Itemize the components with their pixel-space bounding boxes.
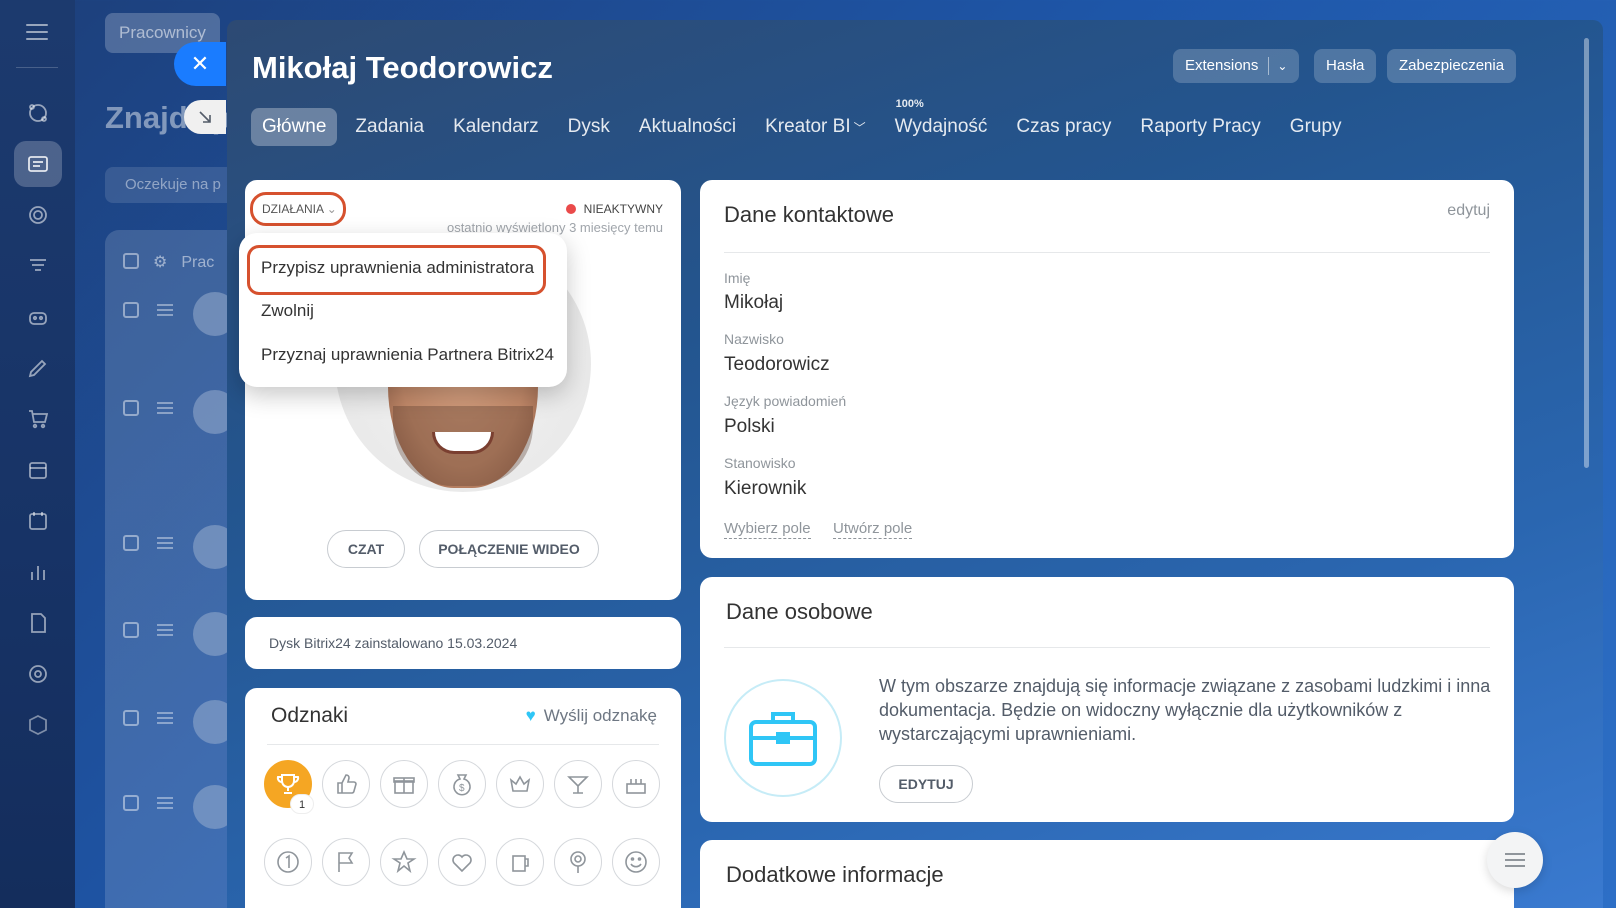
hamburger-menu-icon[interactable] [26, 24, 48, 40]
flower-icon[interactable] [554, 838, 602, 886]
passwords-button[interactable]: Hasła [1314, 49, 1377, 83]
card-divider [724, 252, 1490, 253]
menu-lines-icon[interactable] [1487, 832, 1543, 888]
sidebar-item-filter-icon[interactable] [14, 243, 62, 289]
arrow-down-right-icon [199, 111, 211, 123]
sidebar-item-cart-icon[interactable] [14, 396, 62, 442]
tab-calendar[interactable]: Kalendarz [442, 108, 550, 146]
panel-scrollbar[interactable] [1584, 38, 1589, 468]
personal-data-description: W tym obszarze znajdują się informacje z… [879, 676, 1491, 744]
badge-count: 1 [290, 794, 314, 814]
menu-item-assign-admin[interactable]: Przypisz uprawnienia administratora [261, 258, 534, 278]
menu-item-dismiss[interactable]: Zwolnij [261, 301, 314, 321]
user-profile-slider: Mikołaj Teodorowicz Extensions ⌄ Hasła Za… [227, 20, 1603, 908]
card-divider [724, 647, 1490, 648]
bg-table-header: ⚙ Prac [123, 252, 214, 272]
beer-icon[interactable] [496, 838, 544, 886]
sidebar-item-store-icon[interactable] [14, 447, 62, 493]
additional-info-title: Dodatkowe informacje [726, 862, 944, 887]
status-badge: NIEAKTYWNY [565, 202, 663, 216]
sidebar-item-analytics-icon[interactable] [14, 549, 62, 595]
tab-main[interactable]: Główne [251, 108, 338, 146]
tab-efficiency[interactable]: 100% Wydajność [884, 98, 999, 146]
thumbs-up-icon[interactable] [322, 760, 370, 808]
field-value-language: Polski [724, 416, 775, 437]
flag-icon[interactable] [322, 838, 370, 886]
sidebar-item-target-icon[interactable] [14, 192, 62, 238]
extensions-button[interactable]: Extensions ⌄ [1173, 49, 1300, 83]
profile-card: DZIAŁANIA ⌄ NIEAKTYWNY ostatnio wyświetl… [239, 180, 681, 600]
send-badge-link[interactable]: ♥ Wyślij odznakę [526, 706, 657, 726]
create-field-link[interactable]: Utwórz pole [833, 520, 913, 539]
minimize-slider-button[interactable] [184, 100, 226, 134]
cocktail-icon[interactable] [554, 760, 602, 808]
tab-groups[interactable]: Grupy [1279, 108, 1353, 146]
smile-icon[interactable] [612, 838, 660, 886]
additional-info-card: Dodatkowe informacje [700, 840, 1514, 908]
star-icon[interactable] [380, 838, 428, 886]
heart-outline-icon[interactable] [438, 838, 486, 886]
badges-card: Odznaki ♥ Wyślij odznakę 1 $ [245, 688, 681, 908]
status-dot-icon [565, 204, 576, 214]
trophy-icon[interactable]: 1 [264, 760, 314, 814]
field-value-first-name: Mikołaj [724, 292, 784, 313]
choose-field-link[interactable]: Wybierz pole [724, 520, 811, 539]
actions-dropdown-menu: Przypisz uprawnienia administratora Zwol… [239, 233, 567, 387]
sidebar-item-pen-icon[interactable] [14, 345, 62, 391]
tab-work-reports[interactable]: Raporty Pracy [1129, 108, 1271, 146]
crown-icon[interactable] [496, 760, 544, 808]
field-label-position: Stanowisko [724, 455, 796, 471]
sidebar-item-employees-icon[interactable] [14, 141, 62, 187]
sidebar-divider [16, 67, 58, 68]
heart-icon: ♥ [525, 706, 536, 725]
tab-worktime[interactable]: Czas pracy [1005, 108, 1122, 146]
svg-text:$: $ [459, 783, 465, 794]
number-one-icon[interactable] [264, 838, 312, 886]
personal-edit-button[interactable]: EDYTUJ [879, 765, 973, 803]
field-label-first-name: Imię [724, 270, 751, 286]
sidebar-item-feed-icon[interactable] [14, 90, 62, 136]
close-slider-button[interactable]: ✕ [174, 42, 226, 86]
contact-edit-link[interactable]: edytuj [1447, 202, 1490, 220]
app-sidebar [0, 0, 75, 908]
chat-button[interactable]: CZAT [327, 530, 405, 568]
actions-dropdown-button[interactable]: DZIAŁANIA ⌄ [250, 192, 346, 226]
chevron-down-icon: ⌄ [326, 202, 337, 216]
field-value-position: Kierownik [724, 478, 807, 499]
badges-divider [267, 744, 659, 745]
briefcase-icon [724, 679, 842, 797]
video-call-button[interactable]: POŁĄCZENIE WIDEO [419, 530, 599, 568]
gift-icon[interactable] [380, 760, 428, 808]
security-button[interactable]: Zabezpieczenia [1387, 49, 1517, 83]
tab-news[interactable]: Aktualności [628, 108, 747, 146]
contact-card-title: Dane kontaktowe [724, 202, 894, 227]
contact-info-card: Dane kontaktowe edytuj Imię Mikołaj Nazw… [700, 180, 1514, 558]
sidebar-item-document-icon[interactable] [14, 600, 62, 646]
chevron-down-icon: ﹀ [853, 121, 866, 135]
field-label-last-name: Nazwisko [724, 331, 784, 347]
efficiency-percent: 100% [895, 98, 924, 110]
chevron-down-icon[interactable]: ⌄ [1277, 59, 1287, 73]
sidebar-item-settings-icon[interactable] [14, 651, 62, 697]
field-value-last-name: Teodorowicz [724, 354, 830, 375]
personal-data-card: Dane osobowe W tym obszarze znajdują się… [700, 577, 1514, 822]
sidebar-item-calendar-icon[interactable] [14, 498, 62, 544]
tab-tasks[interactable]: Zadania [344, 108, 435, 146]
money-bag-icon[interactable]: $ [438, 760, 486, 808]
tab-bi-builder[interactable]: Kreator BI ﹀ [754, 108, 877, 146]
menu-item-partner-rights[interactable]: Przyznaj uprawnienia Partnera Bitrix24 [261, 345, 554, 365]
close-icon: ✕ [190, 51, 210, 76]
sidebar-item-robot-icon[interactable] [14, 294, 62, 340]
badges-title: Odznaki [271, 704, 349, 727]
user-name-title: Mikołaj Teodorowicz [252, 50, 553, 85]
sidebar-item-box-icon[interactable] [14, 702, 62, 748]
cake-icon[interactable] [612, 760, 660, 808]
disk-info-card: Dysk Bitrix24 zainstalowano 15.03.2024 [245, 617, 681, 669]
personal-card-title: Dane osobowe [726, 599, 873, 624]
profile-tabs: Główne Zadania Kalendarz Dysk Aktualnośc… [251, 98, 1360, 146]
field-label-language: Język powiadomień [724, 393, 847, 409]
tab-disk[interactable]: Dysk [557, 108, 621, 146]
